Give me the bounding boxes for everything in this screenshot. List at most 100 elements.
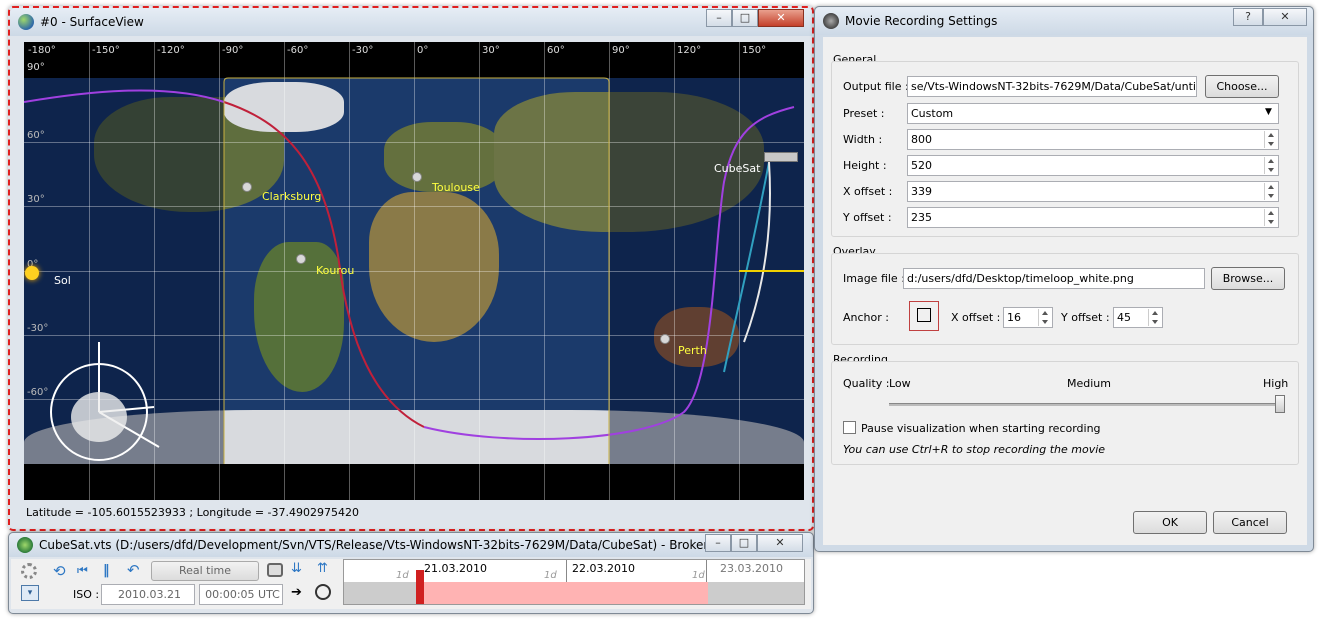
chevron-down-icon: ▼ <box>1265 107 1272 117</box>
pause-checkbox[interactable] <box>843 421 856 434</box>
antenna-icon <box>242 182 252 192</box>
settings-gear-icon[interactable] <box>21 563 37 579</box>
timeline-range <box>416 582 708 604</box>
output-file-field[interactable]: se/Vts-WindowsNT-32bits-7629M/Data/CubeS… <box>907 76 1197 97</box>
image-file-field[interactable]: d:/users/dfd/Desktop/timeloop_white.png <box>903 268 1205 289</box>
status-bar: Latitude = -105.6015523933 ; Longitude =… <box>24 502 804 524</box>
spin-arrows-icon[interactable] <box>1264 183 1277 200</box>
map-view[interactable]: -180° -150° -120° -90° -60° -30° 0° 30° … <box>24 42 804 500</box>
width-label: Width : <box>843 133 883 146</box>
spin-arrows-icon[interactable] <box>1264 209 1277 226</box>
broker-window: CubeSat.vts (D:/users/dfd/Development/Sv… <box>8 532 814 614</box>
dialog-title-bar[interactable]: Movie Recording Settings ? ✕ <box>815 7 1313 35</box>
undo-icon[interactable]: ↶ <box>127 561 140 579</box>
dialog-close-button[interactable]: ✕ <box>1263 8 1307 26</box>
image-file-label: Image file : <box>843 272 905 285</box>
antenna-icon <box>660 334 670 344</box>
antenna-icon <box>412 172 422 182</box>
surface-view-window: #0 - SurfaceView – □ ✕ -180° -150° -120°… <box>8 6 814 531</box>
timeline[interactable]: 21.03.2010 22.03.2010 23.03.2010 1d 1d 1… <box>343 559 805 605</box>
iso-label: ISO : <box>73 588 100 601</box>
height-spinbox[interactable]: 520 <box>907 155 1279 176</box>
close-button[interactable]: ✕ <box>757 534 803 552</box>
anchor-square-icon <box>917 308 931 322</box>
day-boundary <box>223 77 610 464</box>
spin-arrows-icon[interactable] <box>1148 309 1161 326</box>
timeline-cursor[interactable] <box>416 570 424 604</box>
quality-high-label: High <box>1263 377 1289 390</box>
width-spinbox[interactable]: 800 <box>907 129 1279 150</box>
cursor-coordinates: Latitude = -105.6015523933 ; Longitude =… <box>26 506 359 519</box>
station-label-clarksburg: Clarksburg <box>262 190 322 203</box>
timeline-day-label: 23.03.2010 <box>720 562 783 575</box>
quality-label: Quality : <box>843 377 890 390</box>
y-offset-spinbox[interactable]: 235 <box>907 207 1279 228</box>
movie-settings-dialog: Movie Recording Settings ? ✕ General Out… <box>814 6 1314 552</box>
height-label: Height : <box>843 159 887 172</box>
quality-slider-track[interactable] <box>889 403 1285 406</box>
overlay-x-offset-label: X offset : <box>951 311 1001 324</box>
sun-label-sol: Sol <box>54 274 71 287</box>
spin-arrows-icon[interactable] <box>1264 157 1277 174</box>
output-file-label: Output file : <box>843 80 909 93</box>
overlay-y-offset-label: Y offset : <box>1061 311 1110 324</box>
help-button[interactable]: ? <box>1233 8 1263 26</box>
realtime-button[interactable]: Real time <box>151 561 259 581</box>
timeline-step-label: 1d <box>692 570 705 581</box>
date-field[interactable]: 2010.03.21 <box>101 584 195 605</box>
cubesat-app-icon <box>17 537 33 553</box>
orbit-track-cyan <box>723 161 770 373</box>
go-arrow-icon[interactable]: ➔ <box>291 585 302 600</box>
spin-arrows-icon[interactable] <box>1038 309 1051 326</box>
preset-select[interactable]: Custom <box>907 103 1279 124</box>
y-offset-label: Y offset : <box>843 211 892 224</box>
maximize-button[interactable]: □ <box>732 9 758 27</box>
orbit-track-white <box>743 161 771 343</box>
timeline-step-label: 1d <box>544 570 557 581</box>
pause-checkbox-label: Pause visualization when starting record… <box>861 422 1101 435</box>
quality-slider-handle[interactable] <box>1275 395 1285 413</box>
shortcut-hint: You can use Ctrl+R to stop recording the… <box>843 443 1106 456</box>
timeline-step-label: 1d <box>396 570 409 581</box>
quality-low-label: Low <box>889 377 911 390</box>
loop-icon[interactable]: ⟲ <box>53 562 66 580</box>
timeline-day-label: 22.03.2010 <box>572 562 635 575</box>
dialog-title: Movie Recording Settings <box>845 14 998 28</box>
station-label-toulouse: Toulouse <box>432 181 480 194</box>
x-offset-label: X offset : <box>843 185 893 198</box>
x-offset-spinbox[interactable]: 339 <box>907 181 1279 202</box>
browse-button[interactable]: Browse... <box>1211 267 1285 290</box>
orbit-track-violet <box>24 89 225 103</box>
step-up-icon[interactable]: ⇈ <box>317 561 328 576</box>
timeline-outside <box>344 582 416 604</box>
overlay-y-offset-spinbox[interactable]: 45 <box>1113 307 1163 328</box>
satellite-icon[interactable] <box>764 152 798 162</box>
pause-icon[interactable]: ‖ <box>103 563 110 578</box>
spin-arrows-icon[interactable] <box>1264 131 1277 148</box>
lock-icon[interactable] <box>267 563 283 577</box>
anchor-label: Anchor : <box>843 311 889 324</box>
preset-label: Preset : <box>843 107 885 120</box>
choose-button[interactable]: Choose... <box>1205 75 1279 98</box>
ok-button[interactable]: OK <box>1133 511 1207 534</box>
globe-icon <box>18 14 34 30</box>
broker-title-bar[interactable]: CubeSat.vts (D:/users/dfd/Development/Sv… <box>9 533 813 557</box>
overlay-x-offset-spinbox[interactable]: 16 <box>1003 307 1053 328</box>
clock-icon[interactable] <box>315 584 331 600</box>
film-reel-icon <box>823 13 839 29</box>
station-label-kourou: Kourou <box>316 264 355 277</box>
timeline-day-label: 21.03.2010 <box>424 562 487 575</box>
antenna-icon <box>296 254 306 264</box>
step-down-icon[interactable]: ⇊ <box>291 561 302 576</box>
expand-panel-button[interactable]: ▾ <box>21 585 39 601</box>
time-field[interactable]: 00:00:05 UTC <box>199 584 283 605</box>
broker-toolbar: ▾ ⟲ ⏮ ‖ ↶ Real time ⇊ ⇈ ISO : 2010.03.21… <box>11 559 811 609</box>
minimize-button[interactable]: – <box>705 534 731 552</box>
minimize-button[interactable]: – <box>706 9 732 27</box>
maximize-button[interactable]: □ <box>731 534 757 552</box>
compass-overlay-icon <box>50 342 160 461</box>
cancel-button[interactable]: Cancel <box>1213 511 1287 534</box>
close-button[interactable]: ✕ <box>758 9 804 27</box>
rewind-icon[interactable]: ⏮ <box>77 563 88 578</box>
surface-title-bar[interactable]: #0 - SurfaceView – □ ✕ <box>10 8 812 36</box>
